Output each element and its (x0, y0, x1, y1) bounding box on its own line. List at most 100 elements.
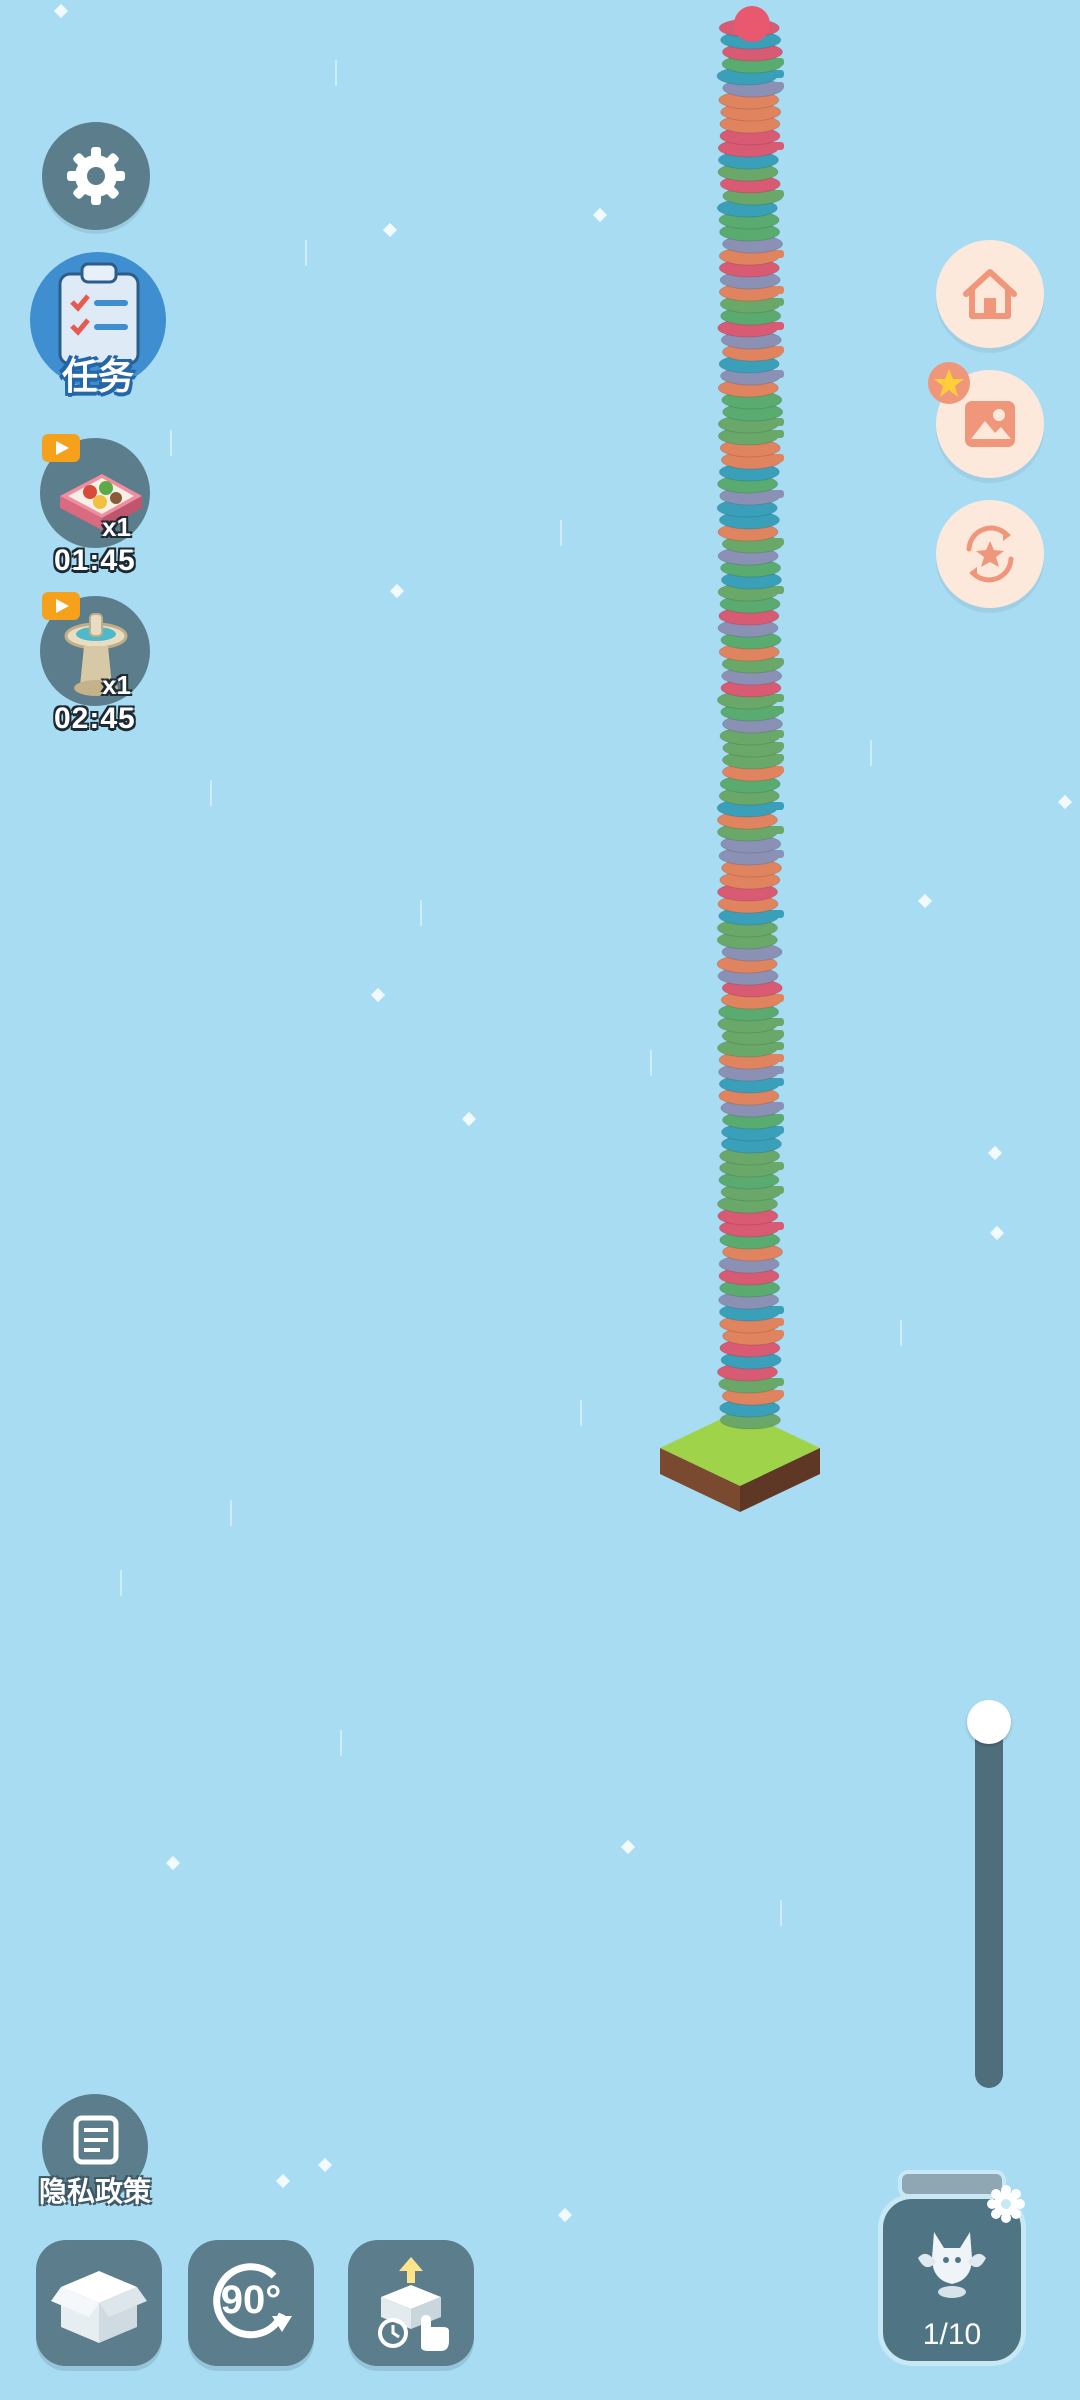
tower-block (722, 78, 784, 98)
powerup-count: x1 (102, 512, 131, 542)
tower-block (719, 270, 781, 290)
tower-block-tab (768, 1186, 784, 1194)
tower-block (718, 462, 780, 482)
achievement-button[interactable] (936, 500, 1044, 608)
storage-box-button[interactable] (36, 2240, 162, 2366)
tower-block (716, 918, 778, 938)
tower-block-tab (768, 298, 784, 306)
tower-block-tab (768, 742, 784, 750)
tower-block-tab (768, 454, 784, 462)
tower-block-tab (768, 730, 784, 738)
privacy-policy-button[interactable]: 隐私政策 (30, 2094, 160, 2214)
tower-block-tab (768, 418, 784, 426)
tower-block-tab (768, 826, 784, 834)
tower-block-tab (768, 1306, 784, 1314)
tower-block (718, 1002, 780, 1022)
tower-block (717, 582, 779, 602)
tower-block (717, 162, 779, 182)
tower-block-tab (768, 1078, 784, 1086)
rotate-label: 90° (220, 2278, 282, 2322)
tower-block (720, 558, 782, 578)
tap-lift-button[interactable] (348, 2240, 474, 2366)
zoom-slider-thumb[interactable] (967, 1700, 1011, 1744)
tower-block (719, 1230, 781, 1250)
tower-block (721, 714, 783, 734)
tower-block (718, 906, 780, 926)
tower-block (717, 474, 779, 494)
tower-block (719, 1410, 781, 1430)
powerup-bento[interactable]: x1 01:45 (40, 434, 152, 580)
tower-block (717, 1038, 779, 1058)
settings-button[interactable] (42, 122, 150, 230)
tower-block-tab (768, 1330, 784, 1338)
tasks-label: 任务 (61, 356, 134, 397)
tower-block (718, 510, 780, 530)
tower-block (716, 198, 778, 218)
tower-block (722, 1242, 784, 1262)
tower-block (721, 762, 783, 782)
tower-block (721, 750, 783, 770)
tower-block (718, 846, 780, 866)
tower-block-tab (768, 1222, 784, 1230)
home-button[interactable] (936, 240, 1044, 348)
tower-block (720, 834, 782, 854)
home-icon (963, 269, 1017, 319)
tower-block (716, 930, 778, 950)
tower-block (721, 1026, 783, 1046)
collection-jar-button[interactable]: 1/10 (874, 2164, 1030, 2368)
rotate-90-button[interactable]: 90° (188, 2240, 314, 2366)
tower-block (718, 1254, 780, 1274)
tasks-button[interactable]: 任务 (30, 252, 166, 400)
tower-block (720, 630, 782, 650)
tower-block (719, 1278, 781, 1298)
tower-block (717, 414, 779, 434)
tower-block (722, 738, 784, 758)
tower-block (717, 1014, 779, 1034)
tower-block-tab (768, 1126, 784, 1134)
tower-block-tab (768, 250, 784, 258)
gear-icon (67, 147, 125, 205)
tower-block (719, 1302, 781, 1322)
tower-block (717, 894, 779, 914)
zoom-slider-track (975, 1720, 1003, 2088)
jar-progress-text: 1/10 (922, 2318, 982, 2351)
tower-block (716, 810, 778, 830)
tower-block (718, 354, 780, 374)
grass-base-block (660, 1448, 740, 1512)
tower-block (720, 330, 782, 350)
tower-block (718, 606, 780, 626)
tower-block-tab (768, 1162, 784, 1170)
tower-block (719, 774, 781, 794)
tower-block (719, 174, 781, 194)
tower-block (716, 954, 778, 974)
tower-block (716, 1362, 778, 1382)
hand-tap-icon (378, 2257, 449, 2351)
tower-block (720, 306, 782, 326)
tower-block (719, 1146, 781, 1166)
tower-block-tab (768, 1042, 784, 1050)
tower-block (719, 222, 781, 242)
tower-block (716, 798, 778, 818)
tower-block-tab (768, 1378, 784, 1386)
tower-block (720, 102, 782, 122)
tower-block (718, 1062, 780, 1082)
tower-block (718, 210, 780, 230)
powerup-fountain[interactable]: x1 02:45 (40, 592, 152, 738)
tower-block (716, 66, 778, 86)
tower-block (721, 390, 783, 410)
tower-block-tab (768, 70, 784, 78)
jar-gear-icon (987, 2185, 1025, 2223)
tower-block (721, 42, 783, 62)
tower-block (718, 1290, 780, 1310)
tower-block (720, 1134, 782, 1154)
tower-block (718, 1074, 780, 1094)
tower-block (721, 654, 783, 674)
tower-block (720, 30, 782, 50)
tower-block (717, 1194, 779, 1214)
tower-block (721, 978, 783, 998)
tower-block (716, 822, 778, 842)
tower-block-tab (768, 142, 784, 150)
tower-block-tab (768, 322, 784, 330)
tower-block (721, 942, 783, 962)
zoom-slider[interactable] (967, 1700, 1011, 2092)
